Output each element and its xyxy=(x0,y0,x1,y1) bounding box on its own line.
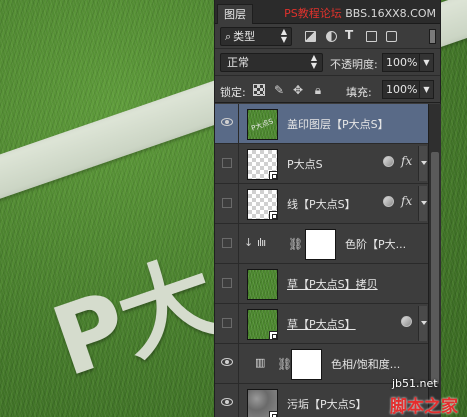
layers-scrollbar[interactable] xyxy=(428,104,441,417)
chevron-updown-icon: ▲ ▼ xyxy=(310,53,317,70)
watermark-brand: 脚本之家 xyxy=(390,397,458,417)
link-icon[interactable]: ⛓ xyxy=(277,357,292,371)
effects-expand-button[interactable] xyxy=(418,306,427,341)
layer-row[interactable]: ↓ ılıı ⛓ 色阶【P大... xyxy=(215,224,428,264)
scrollbar-thumb[interactable] xyxy=(431,152,439,384)
visibility-toggle[interactable] xyxy=(215,384,239,417)
layer-style-icon xyxy=(383,196,394,207)
layer-name[interactable]: P大点S xyxy=(287,156,323,172)
smart-object-icon xyxy=(269,411,278,417)
layer-thumbnail: P大点S xyxy=(247,109,278,140)
layer-row[interactable]: P大点S fx xyxy=(215,144,428,184)
smart-object-icon xyxy=(269,331,278,340)
smart-object-icon xyxy=(269,211,278,220)
chevron-updown-icon: ▲ ▼ xyxy=(280,27,287,44)
filter-kind-label: 类型 xyxy=(233,30,256,43)
thumbnail-text: P大点S xyxy=(250,117,275,133)
fill-label: 填充: xyxy=(346,86,372,99)
layer-mask-thumbnail xyxy=(305,229,336,260)
watermark-site: jb51.net xyxy=(392,377,438,390)
layer-row[interactable]: 线【P大点S】 fx xyxy=(215,184,428,224)
hidden-box-icon xyxy=(222,158,232,168)
layer-row[interactable]: 草【P大点S】 xyxy=(215,304,428,344)
layer-name[interactable]: 草【P大点S】拷贝 xyxy=(287,276,378,292)
visibility-toggle[interactable] xyxy=(215,184,239,223)
hidden-box-icon xyxy=(222,278,232,288)
lock-position-icon[interactable]: ✥ xyxy=(292,84,304,96)
visibility-toggle[interactable] xyxy=(215,104,239,143)
opacity-label: 不透明度: xyxy=(330,58,378,71)
fill-input[interactable]: 100% xyxy=(382,80,420,99)
fx-icon[interactable]: fx xyxy=(401,154,412,168)
eye-icon xyxy=(221,358,233,366)
layer-row[interactable]: P大点S 盖印图层【P大点S】 xyxy=(215,104,428,144)
blend-mode-value: 正常 xyxy=(227,56,249,69)
clipping-mask-icon: ↓ xyxy=(244,236,254,249)
lock-row: 锁定: ✎ ✥ 🔒︎ 填充: 100% ▼ xyxy=(215,77,440,103)
layer-name[interactable]: 色阶【P大... xyxy=(345,236,406,252)
filter-toggle[interactable] xyxy=(429,29,436,44)
opacity-input[interactable]: 100% xyxy=(382,53,420,72)
layer-name[interactable]: 色相/饱和度... xyxy=(331,356,400,372)
visibility-toggle[interactable] xyxy=(215,344,239,383)
layer-thumbnail xyxy=(247,149,278,180)
tab-layers[interactable]: 图层 xyxy=(217,4,253,24)
filter-smart-objects-icon[interactable] xyxy=(386,31,397,42)
layers-panel: 图层 PS教程论坛 BBS.16XX8.COM ⌕ 类型 ▲ ▼ T 正常 ▲ ▼ 不… xyxy=(214,0,441,417)
filter-adjustment-layers-icon[interactable] xyxy=(326,31,337,42)
layer-name[interactable]: 草【P大点S】 xyxy=(287,316,356,332)
filter-shape-layers-icon[interactable] xyxy=(366,31,377,42)
filter-type-layers-icon[interactable]: T xyxy=(345,29,356,41)
lock-label: 锁定: xyxy=(220,86,246,99)
layer-name[interactable]: 污垢【P大点S】 xyxy=(287,396,367,412)
layer-thumbnail xyxy=(247,189,278,220)
hidden-box-icon xyxy=(222,318,232,328)
visibility-toggle[interactable] xyxy=(215,224,239,263)
layer-mask-thumbnail xyxy=(291,349,322,380)
layer-thumbnail xyxy=(247,269,278,300)
layer-thumbnail xyxy=(247,309,278,340)
fx-icon[interactable]: fx xyxy=(401,194,412,208)
visibility-toggle[interactable] xyxy=(215,264,239,303)
hue-saturation-icon: ▥ xyxy=(255,356,265,369)
layer-name[interactable]: 盖印图层【P大点S】 xyxy=(287,116,389,132)
levels-icon: ılıı xyxy=(257,236,266,249)
eye-icon xyxy=(221,118,233,126)
blend-row: 正常 ▲ ▼ 不透明度: 100% ▼ xyxy=(215,50,440,76)
lock-image-pixels-icon[interactable]: ✎ xyxy=(273,84,285,96)
layer-name[interactable]: 线【P大点S】 xyxy=(287,196,356,212)
layer-thumbnail xyxy=(247,389,278,417)
hidden-box-icon xyxy=(222,198,232,208)
watermark-url: BBS.16XX8.COM xyxy=(345,7,436,20)
visibility-toggle[interactable] xyxy=(215,304,239,343)
watermark-prefix: PS教程论坛 xyxy=(284,7,342,20)
hidden-box-icon xyxy=(222,238,232,248)
lock-all-icon[interactable]: 🔒︎ xyxy=(312,84,324,96)
visibility-toggle[interactable] xyxy=(215,144,239,183)
lock-transparent-pixels-icon[interactable] xyxy=(253,84,265,96)
blend-mode-select[interactable]: 正常 ▲ ▼ xyxy=(220,53,323,72)
filter-pixel-layers-icon[interactable] xyxy=(305,31,316,42)
layer-list: P大点S 盖印图层【P大点S】 P大点S fx 线【P大点S】 fx ↓ ılı… xyxy=(215,104,428,417)
smart-object-icon xyxy=(269,171,278,180)
panel-tabbar: 图层 PS教程论坛 BBS.16XX8.COM xyxy=(215,0,440,24)
link-icon[interactable]: ⛓ xyxy=(288,237,303,251)
effects-expand-button[interactable] xyxy=(418,186,427,221)
layer-style-icon xyxy=(383,156,394,167)
filter-kind-select[interactable]: ⌕ 类型 ▲ ▼ xyxy=(220,27,292,46)
layer-row[interactable]: 草【P大点S】拷贝 xyxy=(215,264,428,304)
fill-dropdown-button[interactable]: ▼ xyxy=(420,80,434,99)
opacity-dropdown-button[interactable]: ▼ xyxy=(420,53,434,72)
watermark-top: PS教程论坛 BBS.16XX8.COM xyxy=(284,5,436,21)
layer-style-icon xyxy=(401,316,412,327)
search-icon: ⌕ xyxy=(225,30,232,43)
eye-icon xyxy=(221,398,233,406)
filter-row: ⌕ 类型 ▲ ▼ T xyxy=(215,25,440,49)
effects-expand-button[interactable] xyxy=(418,146,427,181)
